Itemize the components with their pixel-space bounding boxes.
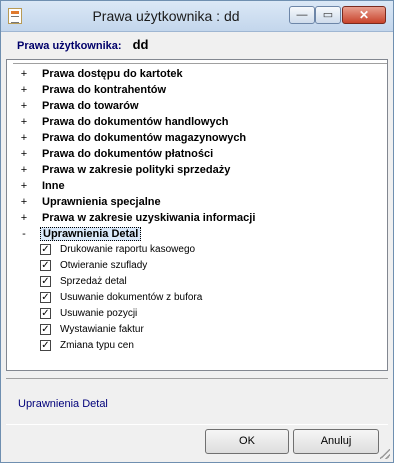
header-label: Prawa użytkownika: — [17, 40, 122, 52]
expand-icon[interactable]: + — [19, 68, 29, 80]
window-title: Prawa użytkownika : dd — [92, 8, 240, 24]
check-row-usuwanie-pozycji[interactable]: ✓ Usuwanie pozycji — [7, 307, 383, 323]
resize-grip-icon[interactable] — [380, 449, 390, 459]
checkbox-checked-icon[interactable]: ✓ — [40, 244, 51, 255]
checkbox-checked-icon[interactable]: ✓ — [40, 260, 51, 271]
checkbox-checked-icon[interactable]: ✓ — [40, 340, 51, 351]
tree-item-prawa-do-towarow[interactable]: + Prawa do towarów — [7, 99, 383, 115]
tree-item-label: Uprawnienia specjalne — [42, 196, 161, 208]
tree-item-prawa-do-dokumentow-handlowych[interactable]: + Prawa do dokumentów handlowych — [7, 115, 383, 131]
description-text: Uprawnienia Detal — [18, 398, 108, 410]
expand-icon[interactable]: + — [19, 164, 29, 176]
tree-item-prawa-do-dokumentow-magazynowych[interactable]: + Prawa do dokumentów magazynowych — [7, 131, 383, 147]
check-row-usuwanie-dokumentow-z-bufora[interactable]: ✓ Usuwanie dokumentów z bufora — [7, 291, 383, 307]
tree-item-label-selected: Uprawnienia Detal — [40, 227, 142, 241]
expand-icon[interactable]: + — [19, 212, 29, 224]
checkbox-label: Zmiana typu cen — [60, 340, 134, 351]
tree-item-prawa-w-zakresie-polityki-sprzedazy[interactable]: + Prawa w zakresie polityki sprzedaży — [7, 163, 383, 179]
tree-item-inne[interactable]: + Inne — [7, 179, 383, 195]
tree-item-label: Prawa dostępu do kartotek — [42, 68, 183, 80]
checkbox-checked-icon[interactable]: ✓ — [40, 308, 51, 319]
tree-item-uprawnienia-detal[interactable]: - Uprawnienia Detal — [7, 227, 383, 243]
expand-icon[interactable]: + — [19, 196, 29, 208]
check-row-sprzedaz-detal[interactable]: ✓ Sprzedaż detal — [7, 275, 383, 291]
tree-item-label: Prawa do dokumentów magazynowych — [42, 132, 247, 144]
tree-item-prawa-dostepu-do-kartotek[interactable]: + Prawa dostępu do kartotek — [7, 67, 383, 83]
checkbox-label: Otwieranie szuflady — [60, 260, 148, 271]
expand-icon[interactable]: + — [19, 84, 29, 96]
expand-icon[interactable]: + — [19, 180, 29, 192]
tree-item-prawa-do-kontrahentow[interactable]: + Prawa do kontrahentów — [7, 83, 383, 99]
tree-item-label: Prawa w zakresie polityki sprzedaży — [42, 164, 231, 176]
expand-icon[interactable]: + — [19, 132, 29, 144]
collapse-icon[interactable]: - — [19, 228, 29, 240]
expand-icon[interactable]: + — [19, 100, 29, 112]
check-row-wystawianie-faktur[interactable]: ✓ Wystawianie faktur — [7, 323, 383, 339]
dialog-window: Prawa użytkownika : dd — ▭ ✕ Prawa użytk… — [0, 0, 394, 463]
check-row-zmiana-typu-cen[interactable]: ✓ Zmiana typu cen — [7, 339, 383, 355]
check-row-drukowanie-raportu-kasowego[interactable]: ✓ Drukowanie raportu kasowego — [7, 243, 383, 259]
tree-separator — [13, 63, 387, 64]
tree-item-label: Prawa do dokumentów płatności — [42, 148, 214, 160]
tree-item-prawa-do-dokumentow-platnosci[interactable]: + Prawa do dokumentów płatności — [7, 147, 383, 163]
maximize-button[interactable]: ▭ — [315, 6, 341, 24]
expand-icon[interactable]: + — [19, 116, 29, 128]
tree-item-label: Prawa w zakresie uzyskiwania informacji — [42, 212, 256, 224]
tree-item-label: Prawa do dokumentów handlowych — [42, 116, 229, 128]
checkbox-label: Sprzedaż detal — [60, 276, 127, 287]
minimize-button[interactable]: — — [289, 6, 315, 24]
checkbox-checked-icon[interactable]: ✓ — [40, 292, 51, 303]
tree-item-prawa-w-zakresie-uzyskiwania-informacji[interactable]: + Prawa w zakresie uzyskiwania informacj… — [7, 211, 383, 227]
tree-item-label: Prawa do kontrahentów — [42, 84, 167, 96]
rights-tree[interactable]: + Prawa dostępu do kartotek + Prawa do k… — [6, 59, 388, 371]
checkbox-label: Drukowanie raportu kasowego — [60, 244, 196, 255]
tree-item-label: Inne — [42, 180, 65, 192]
checkbox-label: Usuwanie pozycji — [60, 308, 138, 319]
description-panel: Uprawnienia Detal — [6, 378, 388, 425]
title-bar[interactable]: Prawa użytkownika : dd — ▭ ✕ — [1, 1, 393, 32]
check-row-otwieranie-szuflady[interactable]: ✓ Otwieranie szuflady — [7, 259, 383, 275]
expand-icon[interactable]: + — [19, 148, 29, 160]
tree-item-uprawnienia-specjalne[interactable]: + Uprawnienia specjalne — [7, 195, 383, 211]
user-rights-header: Prawa użytkownika: dd — [17, 37, 149, 55]
tree-item-label: Prawa do towarów — [42, 100, 139, 112]
cancel-button[interactable]: Anuluj — [293, 429, 379, 454]
close-button[interactable]: ✕ — [342, 6, 386, 24]
checkbox-label: Wystawianie faktur — [60, 324, 144, 335]
checkbox-label: Usuwanie dokumentów z bufora — [60, 292, 203, 303]
header-user-value: dd — [132, 37, 149, 52]
checkbox-checked-icon[interactable]: ✓ — [40, 324, 51, 335]
ok-button[interactable]: OK — [205, 429, 289, 454]
checkbox-checked-icon[interactable]: ✓ — [40, 276, 51, 287]
